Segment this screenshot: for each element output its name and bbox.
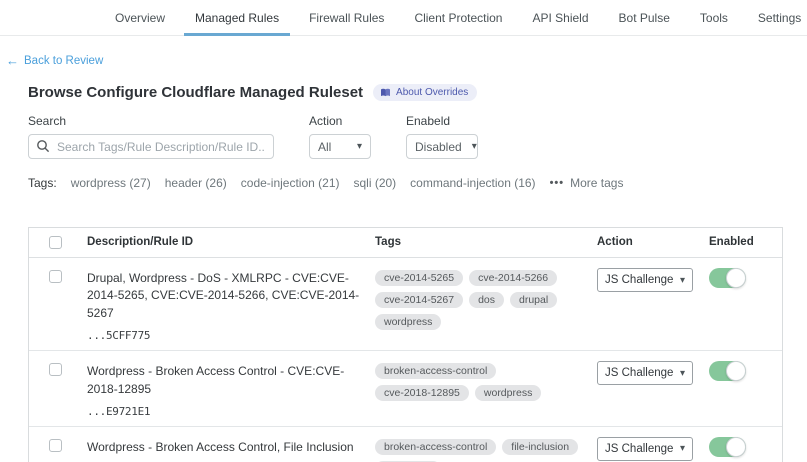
tag-pill-broken-access-control: broken-access-control bbox=[375, 363, 496, 379]
search-filter: Search bbox=[28, 114, 274, 159]
tag-pill-drupal: drupal bbox=[510, 292, 557, 308]
select-all-checkbox[interactable] bbox=[49, 236, 62, 249]
back-link-label: Back to Review bbox=[24, 55, 103, 67]
action-select-value: JS Challenge bbox=[605, 274, 673, 286]
toggle-knob bbox=[726, 361, 746, 381]
table-row: Wordpress - Broken Access Control - CVE:… bbox=[29, 351, 782, 427]
tag-filter-command-injection-16[interactable]: command-injection (16) bbox=[410, 176, 535, 190]
tag-pill-file-inclusion: file-inclusion bbox=[502, 439, 578, 455]
tags-bar-label: Tags: bbox=[28, 176, 57, 190]
page-title: Browse Configure Cloudflare Managed Rule… bbox=[28, 84, 363, 101]
ellipsis-icon: ••• bbox=[550, 177, 565, 189]
top-nav: OverviewManaged RulesFirewall RulesClien… bbox=[0, 0, 807, 36]
col-tags: Tags bbox=[369, 228, 591, 257]
chevron-down-icon: ▾ bbox=[472, 141, 477, 152]
tab-firewall-rules[interactable]: Firewall Rules bbox=[294, 0, 399, 35]
rule-tags: broken-access-controlfile-inclusionwordp… bbox=[369, 427, 591, 462]
action-filter-select[interactable]: All ▾ bbox=[309, 134, 371, 159]
about-overrides-badge[interactable]: About Overrides bbox=[373, 84, 477, 101]
tag-pill-cve-2014-5266: cve-2014-5266 bbox=[469, 270, 557, 286]
tags-bar: Tags: wordpress (27) header (26) code-inje… bbox=[28, 176, 783, 190]
book-icon bbox=[380, 88, 391, 97]
tag-pill-wordpress: wordpress bbox=[375, 314, 441, 330]
more-tags-label: More tags bbox=[570, 176, 623, 190]
enabled-label: Enabeld bbox=[406, 114, 478, 128]
back-to-review-link[interactable]: ← Back to Review bbox=[6, 54, 103, 67]
row-checkbox[interactable] bbox=[49, 363, 62, 376]
table-row: Drupal, Wordpress - DoS - XMLRPC - CVE:C… bbox=[29, 258, 782, 351]
action-filter-value: All bbox=[318, 140, 331, 154]
table-row: Wordpress - Broken Access Control, File … bbox=[29, 427, 782, 462]
rules-table: Description/Rule ID Tags Action Enabled … bbox=[28, 227, 783, 462]
row-checkbox[interactable] bbox=[49, 270, 62, 283]
action-select[interactable]: JS Challenge ▾ bbox=[597, 437, 693, 461]
enabled-filter: Enabeld Disabled ▾ bbox=[406, 114, 478, 159]
table-header-row: Description/Rule ID Tags Action Enabled bbox=[29, 228, 782, 258]
enabled-toggle[interactable] bbox=[709, 268, 746, 288]
rule-id: ...E9721E1 bbox=[87, 405, 363, 418]
rule-description: Wordpress - Broken Access Control - CVE:… bbox=[87, 363, 363, 398]
rule-description: Wordpress - Broken Access Control, File … bbox=[87, 439, 363, 456]
tab-settings[interactable]: Settings bbox=[743, 0, 807, 35]
action-filter: Action All ▾ bbox=[309, 114, 371, 159]
back-arrow-icon: ← bbox=[6, 54, 19, 67]
row-checkbox[interactable] bbox=[49, 439, 62, 452]
enabled-filter-select[interactable]: Disabled ▾ bbox=[406, 134, 478, 159]
tab-overview[interactable]: Overview bbox=[100, 0, 180, 35]
chevron-down-icon: ▾ bbox=[680, 275, 685, 286]
search-input[interactable] bbox=[28, 134, 274, 159]
tab-managed-rules[interactable]: Managed Rules bbox=[180, 0, 294, 35]
search-label: Search bbox=[28, 114, 274, 128]
enabled-toggle[interactable] bbox=[709, 361, 746, 381]
about-badge-label: About Overrides bbox=[396, 87, 468, 98]
col-description: Description/Rule ID bbox=[81, 228, 369, 257]
enabled-filter-value: Disabled bbox=[415, 140, 462, 154]
tag-filter-header-26[interactable]: header (26) bbox=[165, 176, 227, 190]
col-action: Action bbox=[591, 228, 703, 257]
action-select-value: JS Challenge bbox=[605, 367, 673, 379]
chevron-down-icon: ▾ bbox=[680, 443, 685, 454]
rule-id: ...5CFF775 bbox=[87, 329, 363, 342]
chevron-down-icon: ▾ bbox=[357, 141, 362, 152]
more-tags-button[interactable]: ••• More tags bbox=[550, 176, 624, 190]
toggle-knob bbox=[726, 437, 746, 457]
tag-pill-broken-access-control: broken-access-control bbox=[375, 439, 496, 455]
tag-filter-wordpress-27[interactable]: wordpress (27) bbox=[71, 176, 151, 190]
tag-pill-dos: dos bbox=[469, 292, 504, 308]
tag-pill-cve-2014-5265: cve-2014-5265 bbox=[375, 270, 463, 286]
tag-pill-cve-2014-5267: cve-2014-5267 bbox=[375, 292, 463, 308]
chevron-down-icon: ▾ bbox=[680, 368, 685, 379]
enabled-toggle[interactable] bbox=[709, 437, 746, 457]
search-icon bbox=[36, 139, 50, 153]
action-select[interactable]: JS Challenge ▾ bbox=[597, 361, 693, 385]
tag-pill-wordpress: wordpress bbox=[475, 385, 541, 401]
tab-tools[interactable]: Tools bbox=[685, 0, 743, 35]
action-label: Action bbox=[309, 114, 371, 128]
tag-pill-cve-2018-12895: cve-2018-12895 bbox=[375, 385, 469, 401]
tag-filter-sqli-20[interactable]: sqli (20) bbox=[353, 176, 396, 190]
tag-filter-code-injection-21[interactable]: code-injection (21) bbox=[241, 176, 340, 190]
rule-tags: cve-2014-5265 cve-2014-5266 cve-2014-5267 d… bbox=[369, 258, 591, 350]
col-enabled: Enabled bbox=[703, 228, 782, 257]
action-select-value: JS Challenge bbox=[605, 443, 673, 455]
tab-bot-pulse[interactable]: Bot Pulse bbox=[604, 0, 685, 35]
rule-description: Drupal, Wordpress - DoS - XMLRPC - CVE:C… bbox=[87, 270, 363, 322]
tab-api-shield[interactable]: API Shield bbox=[517, 0, 603, 35]
toggle-knob bbox=[726, 268, 746, 288]
rule-tags: broken-access-control cve-2018-12895 wordp… bbox=[369, 351, 591, 426]
tab-client-protection[interactable]: Client Protection bbox=[399, 0, 517, 35]
action-select[interactable]: JS Challenge ▾ bbox=[597, 268, 693, 292]
